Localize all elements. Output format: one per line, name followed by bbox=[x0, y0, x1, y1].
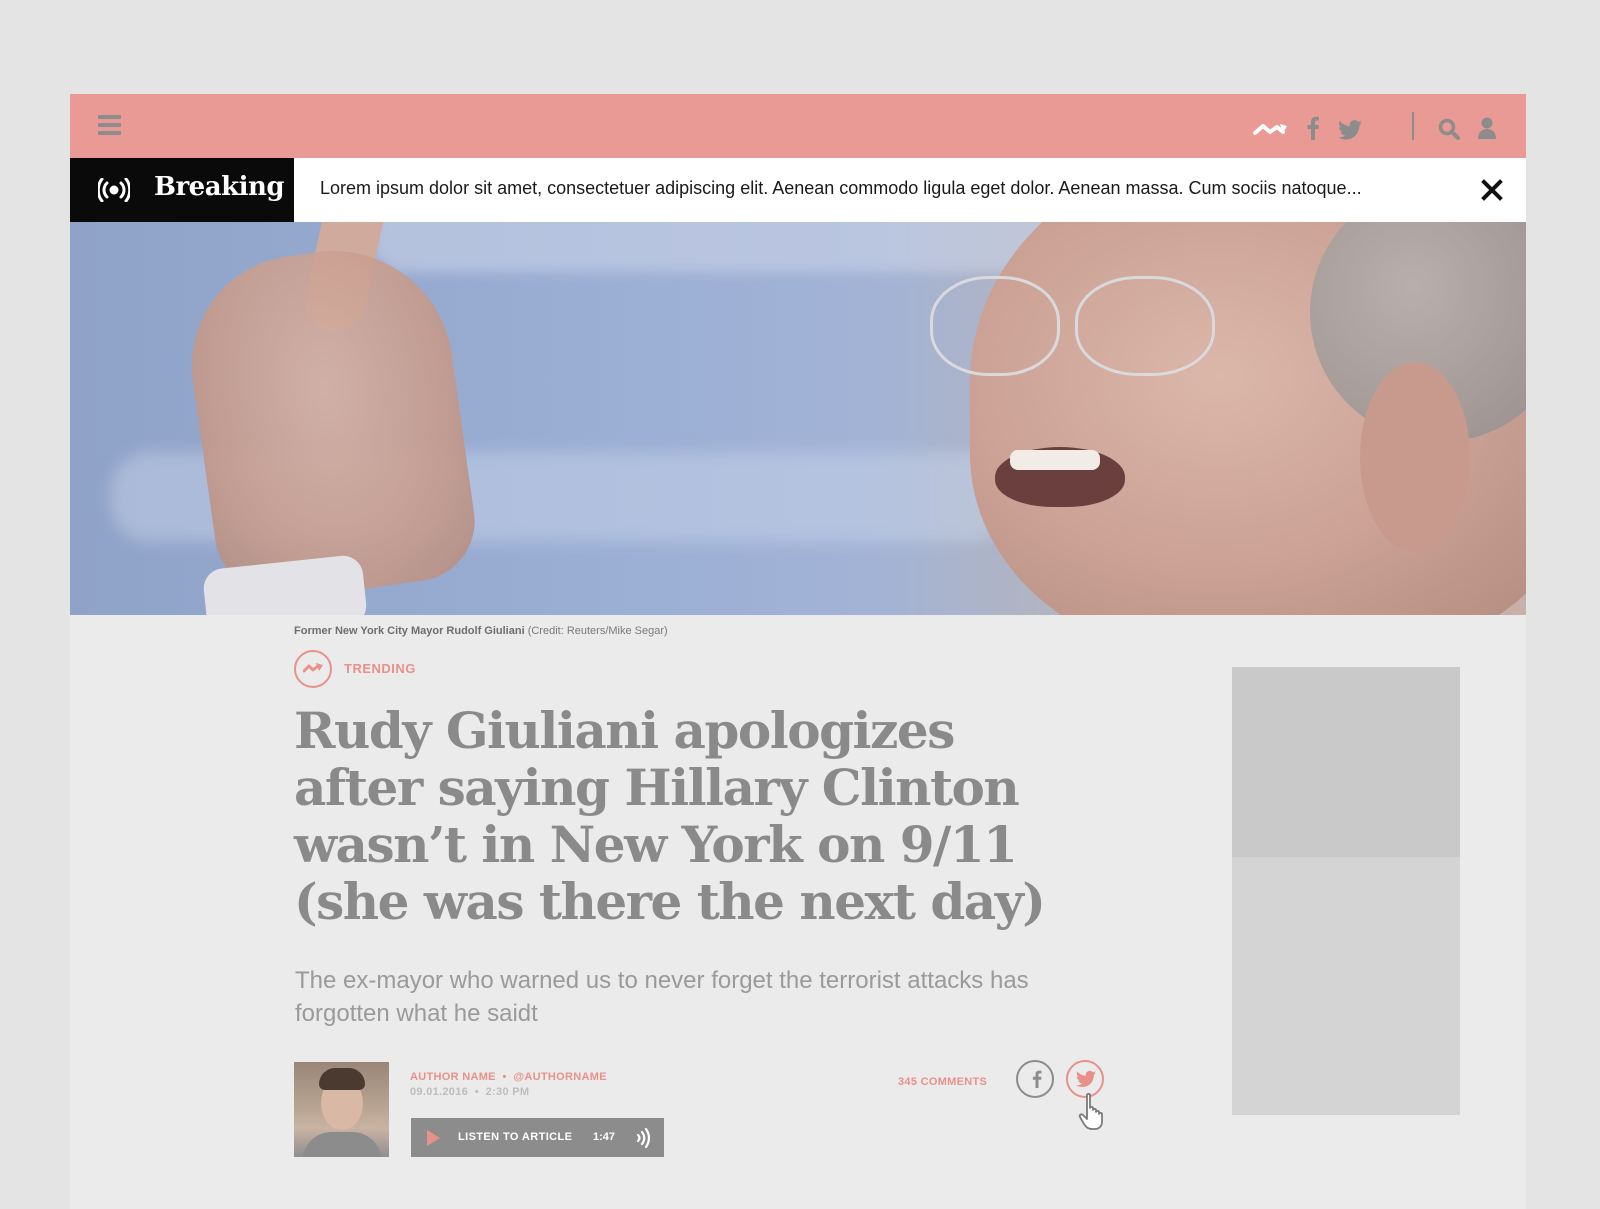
comments-link[interactable]: 345 COMMENTS bbox=[898, 1076, 987, 1088]
listen-to-article-button[interactable]: LISTEN TO ARTICLE 1:47 bbox=[411, 1118, 664, 1157]
publish-date-line: 09.01.2016 • 2:30 PM bbox=[410, 1086, 529, 1098]
volume-icon bbox=[636, 1128, 651, 1148]
publish-time: 2:30 PM bbox=[485, 1086, 530, 1098]
listen-label: LISTEN TO ARTICLE bbox=[458, 1131, 573, 1143]
breaking-title: Breaking bbox=[154, 172, 285, 202]
breaking-label: Breaking bbox=[70, 158, 294, 222]
top-nav-bar bbox=[70, 94, 1526, 158]
facebook-icon bbox=[1032, 1070, 1042, 1088]
menu-icon[interactable] bbox=[98, 115, 121, 136]
publish-date: 09.01.2016 bbox=[410, 1086, 469, 1098]
breaking-news-bar: Breaking Lorem ipsum dolor sit amet, con… bbox=[70, 158, 1526, 222]
ad-slot-bottom[interactable] bbox=[1232, 857, 1460, 1115]
twitter-icon[interactable] bbox=[1338, 116, 1362, 144]
twitter-icon bbox=[1076, 1070, 1096, 1087]
trending-badge bbox=[294, 650, 332, 688]
close-icon[interactable] bbox=[1478, 176, 1506, 204]
ad-slot-top[interactable] bbox=[1232, 667, 1460, 857]
page-frame: Breaking Lorem ipsum dolor sit amet, con… bbox=[70, 94, 1526, 1209]
photo-caption: Former New York City Mayor Rudolf Giulia… bbox=[294, 625, 668, 637]
facebook-icon[interactable] bbox=[1306, 114, 1320, 142]
trending-icon bbox=[303, 663, 323, 673]
hand-cursor-icon bbox=[1078, 1092, 1103, 1130]
breaking-headline-link[interactable]: Lorem ipsum dolor sit amet, consectetuer… bbox=[320, 178, 1362, 199]
section-label: TRENDING bbox=[344, 661, 416, 676]
author-name[interactable]: AUTHOR NAME bbox=[410, 1071, 496, 1083]
share-facebook-button[interactable] bbox=[1016, 1060, 1054, 1098]
audio-duration: 1:47 bbox=[593, 1131, 616, 1143]
search-icon[interactable] bbox=[1438, 115, 1460, 143]
article-headline: Rudy Giuliani apologizes after saying Hi… bbox=[294, 701, 1046, 931]
trending-icon[interactable] bbox=[1253, 116, 1289, 144]
author-avatar[interactable] bbox=[294, 1062, 389, 1157]
author-handle[interactable]: @AUTHORNAME bbox=[513, 1071, 606, 1083]
caption-credit: (Credit: Reuters/Mike Segar) bbox=[527, 625, 668, 637]
play-icon bbox=[427, 1130, 440, 1146]
user-icon[interactable] bbox=[1478, 114, 1496, 142]
nav-divider bbox=[1412, 112, 1414, 140]
byline-separator: • bbox=[502, 1071, 507, 1083]
date-separator: • bbox=[474, 1086, 479, 1098]
caption-subject: Former New York City Mayor Rudolf Giulia… bbox=[294, 625, 525, 637]
hero-photo bbox=[70, 222, 1526, 615]
article-dek: The ex-mayor who warned us to never forg… bbox=[295, 967, 1029, 1027]
author-line: AUTHOR NAME • @AUTHORNAME bbox=[410, 1071, 607, 1083]
broadcast-icon bbox=[98, 178, 130, 202]
